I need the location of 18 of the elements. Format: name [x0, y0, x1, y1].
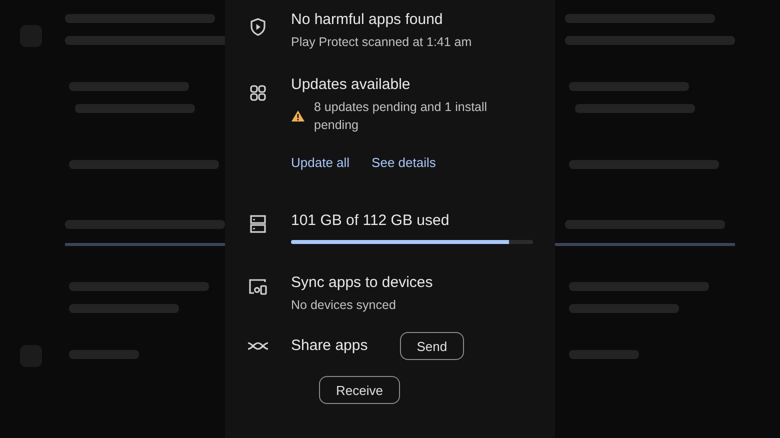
action-link[interactable]: Update all — [291, 154, 350, 172]
warning-icon — [291, 110, 305, 122]
storage-icon — [250, 215, 266, 233]
protection-subtitle: Play Protect scanned at 1:41 am — [291, 34, 473, 51]
devices-icon — [248, 278, 268, 296]
sync-title: Sync apps to devices — [291, 273, 434, 293]
send-button[interactable]: Send — [400, 332, 464, 360]
action-link[interactable]: See details — [372, 154, 436, 172]
share-icon — [247, 340, 269, 352]
shield-icon — [248, 17, 268, 37]
apps-grid-icon — [250, 85, 266, 101]
protection-title: No harmful apps found — [291, 10, 444, 30]
updates-title: Updates available — [291, 75, 412, 95]
sync-subtitle: No devices synced — [291, 297, 397, 314]
share-title: Share apps — [291, 336, 368, 356]
receive-button[interactable]: Receive — [319, 376, 400, 404]
updates-warning: 8 updates pending and 1 install pending — [314, 99, 488, 134]
storage-title: 101 GB of 112 GB used — [291, 211, 450, 231]
